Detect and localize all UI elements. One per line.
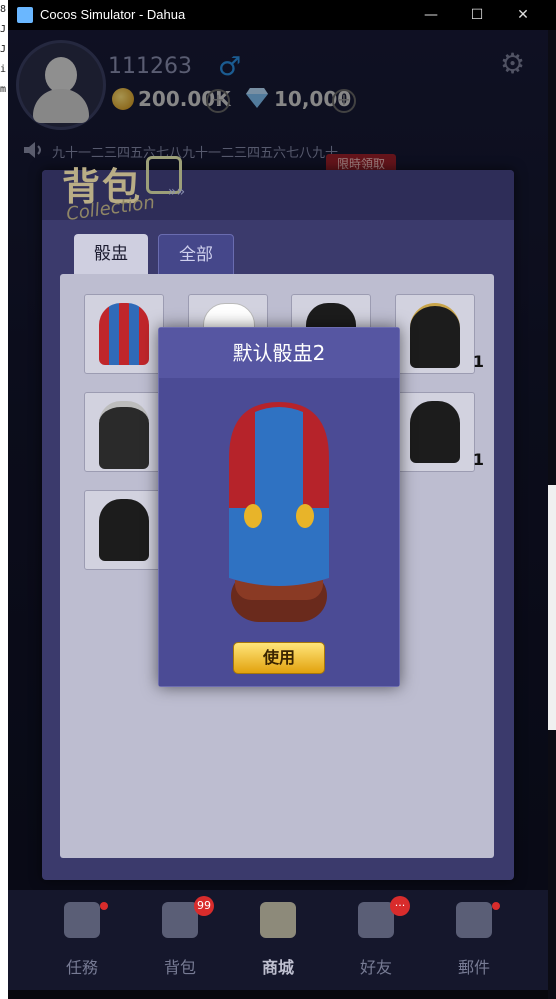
shopping-cart-icon (260, 902, 296, 938)
nav-label: 商城 (261, 958, 294, 977)
close-button[interactable]: ✕ (500, 0, 546, 30)
window-titlebar: Cocos Simulator - Dahua — ☐ ✕ (8, 0, 556, 30)
item-quantity: 1 (472, 450, 484, 469)
nav-friends[interactable]: ··· 好友 (336, 896, 416, 980)
game-canvas: 111263 ♂ 200.00K + 10,000 + ⚙ 九十一二三四五六七八… (8, 30, 548, 990)
item-slot[interactable]: 1 (84, 392, 173, 472)
window-title: Cocos Simulator - Dahua (40, 7, 186, 22)
background-console-right (548, 485, 556, 730)
calendar-icon (64, 902, 100, 938)
bottom-nav: 任務 99 背包 商城 ··· 好友 郵件 (8, 890, 548, 990)
badge-count: 99 (194, 896, 214, 916)
dice-cup-red-blue-preview (229, 402, 329, 622)
console-line: 8 (0, 4, 7, 15)
popup-title: 默认骰盅2 (159, 328, 399, 378)
minimize-button[interactable]: — (408, 0, 454, 30)
nav-label: 任務 (65, 958, 98, 977)
popup-body: 使用 (159, 378, 399, 686)
dice-cup-black-gold-icon (410, 303, 460, 368)
item-slot[interactable]: 1 (395, 294, 484, 374)
item-slot[interactable]: 1 (84, 294, 173, 374)
item-slot[interactable]: 1 (84, 490, 173, 570)
console-line: m (0, 84, 7, 95)
nav-backpack[interactable]: 99 背包 (140, 896, 220, 980)
item-quantity: 1 (472, 352, 484, 371)
nav-shop[interactable]: 商城 (238, 900, 318, 980)
cocos-app-icon (17, 7, 33, 23)
nav-label: 背包 (163, 958, 196, 977)
console-line: i (0, 64, 7, 75)
background-console-left: 8 J J i m (0, 0, 8, 999)
nav-label: 好友 (359, 958, 392, 977)
item-slot[interactable]: 1 (395, 392, 484, 472)
friends-icon (358, 902, 394, 938)
dice-cup-silver-crown-icon (99, 401, 149, 469)
console-line: J (0, 24, 7, 35)
backpack-icon (162, 902, 198, 938)
nav-tasks[interactable]: 任務 (42, 900, 122, 980)
dice-cup-black-icon (99, 499, 149, 561)
nav-mail[interactable]: 郵件 (434, 900, 514, 980)
maximize-button[interactable]: ☐ (454, 0, 500, 30)
dice-cup-black-icon (410, 401, 460, 463)
tab-all[interactable]: 全部 (158, 234, 234, 276)
chevrons-icon: »» (168, 184, 186, 200)
console-line: J (0, 44, 7, 55)
backpack-header: 背包 Collection »» (42, 156, 514, 225)
badge-ellipsis: ··· (390, 896, 410, 916)
item-detail-popup: 默认骰盅2 使用 (158, 327, 400, 687)
notification-dot (492, 902, 500, 910)
dice-cup-red-blue-icon (99, 303, 149, 365)
envelope-icon (456, 902, 492, 938)
tab-dice-cup[interactable]: 骰盅 (74, 234, 148, 274)
use-button[interactable]: 使用 (233, 642, 325, 674)
nav-label: 郵件 (457, 958, 490, 977)
notification-dot (100, 902, 108, 910)
